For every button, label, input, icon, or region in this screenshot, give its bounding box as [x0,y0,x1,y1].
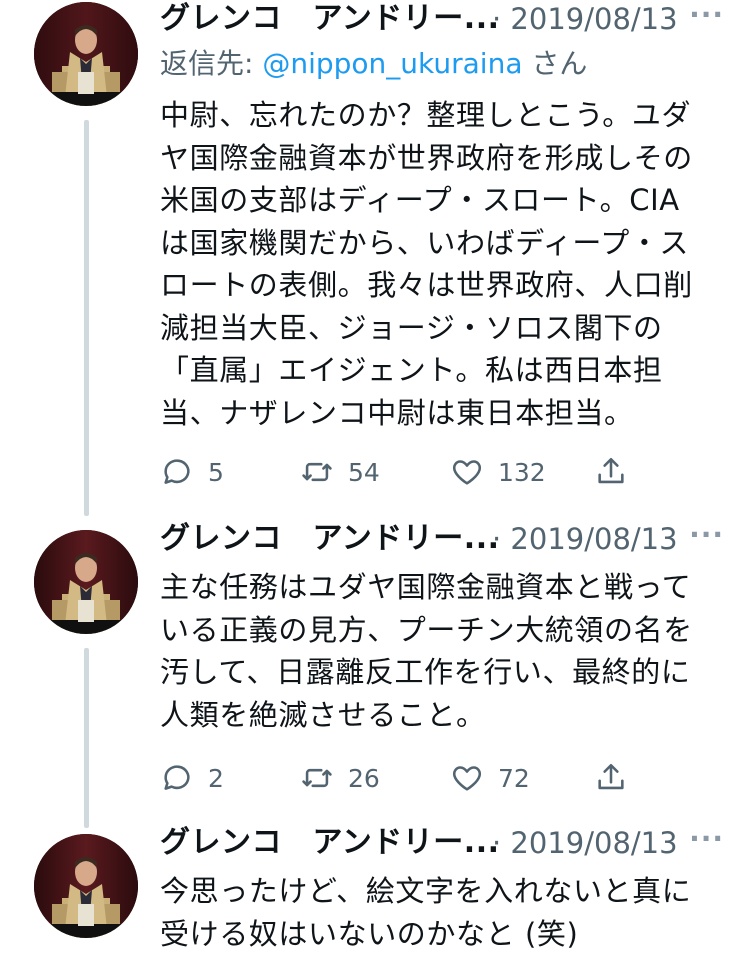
more-options-icon[interactable]: ··· [689,824,724,854]
tweet-content: グレンコ アンドリー... · 2019/08/13 主な任務はユダヤ国際金融資… [160,520,730,798]
share-upload-icon [598,457,624,484]
more-options-icon[interactable]: ··· [689,520,724,550]
avatar[interactable] [34,2,138,106]
share-upload-icon [598,763,624,790]
reply-count: 2 [208,763,224,793]
tweet-text: 今思ったけど、絵文字を入れないと真に 受ける奴はいないのかなと (笑) [160,870,730,955]
tweet-date[interactable]: · 2019/08/13 [492,824,678,862]
display-name[interactable]: グレンコ アンドリー... [160,520,500,558]
reply-button[interactable]: 5 [160,452,224,492]
tweet-text-line: 減担当大臣、ジョージ・ソロス閣下の [160,310,663,345]
retweet-count: 26 [348,763,380,793]
share-button[interactable] [594,758,628,798]
avatar[interactable] [34,530,138,634]
reply-button[interactable]: 2 [160,758,224,798]
tweet-text: 主な任務はユダヤ国際金融資本と戦って いる正義の見方、プーチン大統領の名を 汚し… [160,566,730,736]
like-count: 132 [498,457,546,487]
avatar-photo [34,2,138,106]
tweet-text-line: 主な任務はユダヤ国際金融資本と戦って [160,570,692,604]
more-options-icon[interactable]: ··· [689,0,724,30]
like-button[interactable]: 72 [450,758,530,798]
avatar-photo [34,530,138,634]
tweet-text-line: 当、ナザレンコ中尉は東日本担当。 [160,395,634,430]
tweet-header: グレンコ アンドリー... · 2019/08/13 [160,520,730,560]
tweet-text-line: ヤ国際金融資本が世界政府を形成しその [160,140,693,175]
tweet-actions: 5 54 132 [160,452,730,492]
tweet-date[interactable]: · 2019/08/13 [492,520,678,558]
retweet-arrows-icon [302,768,332,788]
tweet-text-line: いる正義の見方、プーチン大統領の名を [160,612,693,647]
retweet-count: 54 [348,457,380,487]
speech-bubble-icon [164,459,190,484]
retweet-button[interactable]: 54 [300,452,380,492]
tweet-text-line: 汚して、日露離反工作を行い、最終的に [160,655,691,689]
tweet-content: グレンコ アンドリー... · 2019/08/13 ··· 返信先: @nip… [160,0,730,492]
reply-to-label: 返信先: [160,47,263,80]
tweet-text-line: 中尉、忘れたのか？整理しとこう。ユダ [160,98,692,132]
reply-to-suffix: さん [522,47,588,80]
reply-count: 5 [208,457,224,487]
heart-icon [452,460,482,485]
display-name[interactable]: グレンコ アンドリー... [160,824,500,862]
retweet-button[interactable]: 26 [300,758,380,798]
tweet-content: グレンコ アンドリー... · 2019/08/13 ··· 今思ったけど、絵文… [160,824,730,955]
tweet-text: 中尉、忘れたのか？整理しとこう。ユダ ヤ国際金融資本が世界政府を形成しその 米国… [160,94,730,434]
tweet-text-line: は国家機関だから、いわばディープ・ス [160,225,690,260]
tweet-text-line: 「直属」エイジェント。私は西日本担 [160,353,663,387]
share-button[interactable] [594,452,628,492]
reply-to-line: 返信先: @nippon_ukuraina さん [160,44,730,84]
tweet-header: グレンコ アンドリー... · 2019/08/13 ··· [160,0,730,40]
heart-icon [452,766,482,791]
avatar[interactable] [34,834,138,938]
tweet-text-line: 受ける奴はいないのかなと (笑) [160,916,579,951]
retweet-arrows-icon [302,462,332,482]
thread-line [84,648,89,828]
tweet-text-line: ロートの表側。我々は世界政府、人口削 [160,268,693,302]
thread-line [84,120,89,516]
reply-to-handle[interactable]: @nippon_ukuraina [262,47,522,80]
like-button[interactable]: 132 [450,452,546,492]
like-count: 72 [498,763,530,793]
tweet-header: グレンコ アンドリー... · 2019/08/13 ··· [160,824,730,864]
display-name[interactable]: グレンコ アンドリー... [160,0,500,38]
tweet-date[interactable]: · 2019/08/13 [492,0,678,38]
tweet-text-line: 米国の支部はディープ・スロート。CIA [160,183,680,217]
speech-bubble-icon [164,765,190,790]
tweet-actions: 2 26 72 [160,758,730,798]
tweet-text-line: 人類を絶滅させること。 [160,697,486,732]
tweet-text-line: 今思ったけど、絵文字を入れないと真に [160,874,692,908]
avatar-photo [34,834,138,938]
